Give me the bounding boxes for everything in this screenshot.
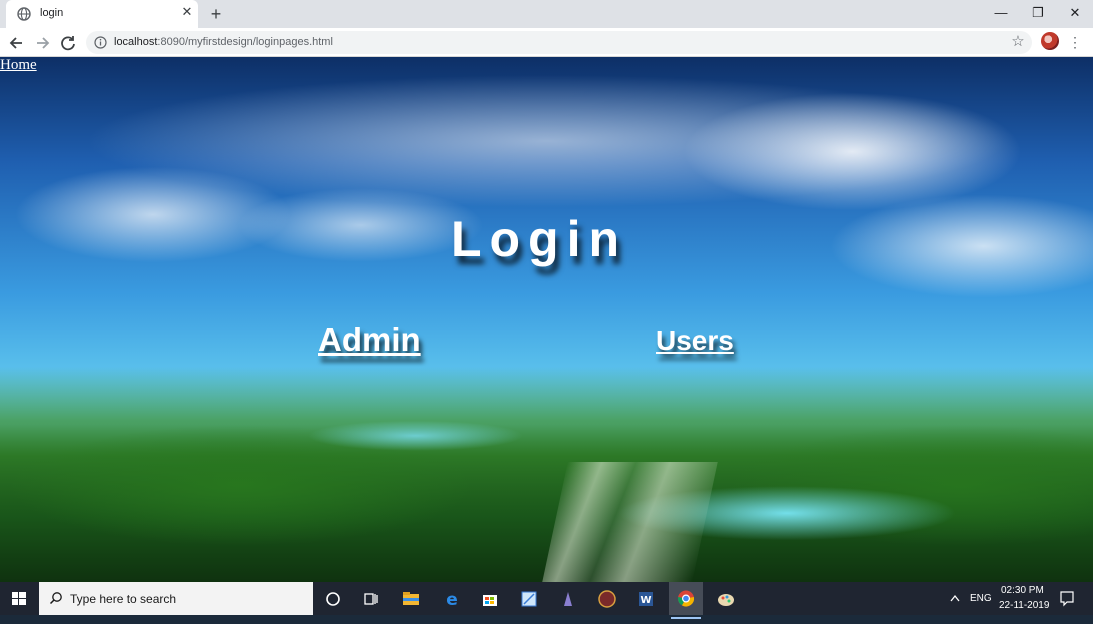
minimize-button[interactable]: —	[983, 0, 1019, 28]
window-close-button[interactable]: ✕	[1057, 0, 1093, 28]
file-explorer-icon[interactable]	[398, 586, 424, 612]
chrome-icon	[677, 590, 695, 607]
background-waterfall	[542, 462, 718, 582]
url-path: :8090/myfirstdesign/loginpages.html	[157, 36, 333, 48]
clock-date[interactable]: 22-11-2019	[999, 600, 1049, 611]
browser-toolbar: localhost:8090/myfirstdesign/loginpages.…	[0, 28, 1093, 57]
paint-icon[interactable]	[713, 586, 739, 612]
browser-tabstrip: login ✕ + — ❐ ✕	[0, 0, 1093, 28]
eclipse-icon[interactable]	[555, 586, 581, 612]
globe-icon	[17, 7, 31, 21]
users-link[interactable]: Users	[656, 325, 734, 357]
info-icon[interactable]	[94, 36, 107, 49]
taskbar: Type here to search e W ENG 02:30 PM 22-…	[0, 582, 1093, 619]
clock-time[interactable]: 02:30 PM	[1001, 585, 1044, 596]
address-bar[interactable]: localhost:8090/myfirstdesign/loginpages.…	[86, 31, 1032, 54]
admin-link[interactable]: Admin	[318, 321, 421, 359]
taskbar-search-box[interactable]: Type here to search	[39, 582, 313, 615]
browser-menu-icon[interactable]: ⋮	[1068, 32, 1082, 52]
new-tab-button[interactable]: +	[206, 4, 226, 24]
url-text: localhost:8090/myfirstdesign/loginpages.…	[114, 36, 333, 48]
tab-close-icon[interactable]: ✕	[180, 5, 194, 19]
profile-avatar[interactable]	[1041, 32, 1059, 50]
task-view-icon[interactable]	[358, 586, 384, 612]
page-title: Login	[450, 211, 628, 267]
background-landscape	[0, 367, 1093, 582]
search-placeholder: Type here to search	[70, 592, 177, 606]
tab-login[interactable]: login ✕	[6, 0, 198, 28]
url-host: localhost	[114, 36, 158, 48]
language-indicator[interactable]: ENG	[970, 593, 992, 604]
windows-start-icon[interactable]	[0, 582, 38, 615]
word-icon[interactable]: W	[633, 586, 659, 612]
store-icon[interactable]	[477, 586, 503, 612]
show-hidden-icons-icon[interactable]	[948, 582, 962, 615]
restore-button[interactable]: ❐	[1020, 0, 1056, 28]
page-content: Home Login Admin Users	[0, 57, 1093, 582]
svg-text:W: W	[640, 595, 651, 606]
svg-text:e: e	[446, 590, 458, 610]
tab-title: login	[40, 7, 64, 19]
reload-icon[interactable]	[57, 32, 79, 54]
cortana-icon[interactable]	[320, 586, 346, 612]
edge-icon[interactable]: e	[439, 586, 465, 612]
server-app-icon[interactable]	[594, 586, 620, 612]
bookmark-star-icon[interactable]: ☆	[1010, 34, 1026, 50]
forward-icon[interactable]	[31, 32, 53, 54]
home-link[interactable]: Home	[0, 57, 37, 74]
back-icon[interactable]	[6, 32, 28, 54]
notifications-icon[interactable]	[1058, 582, 1076, 615]
snipping-tool-icon[interactable]	[516, 586, 542, 612]
search-icon	[49, 592, 62, 605]
chrome-taskbar-button[interactable]	[669, 582, 703, 619]
